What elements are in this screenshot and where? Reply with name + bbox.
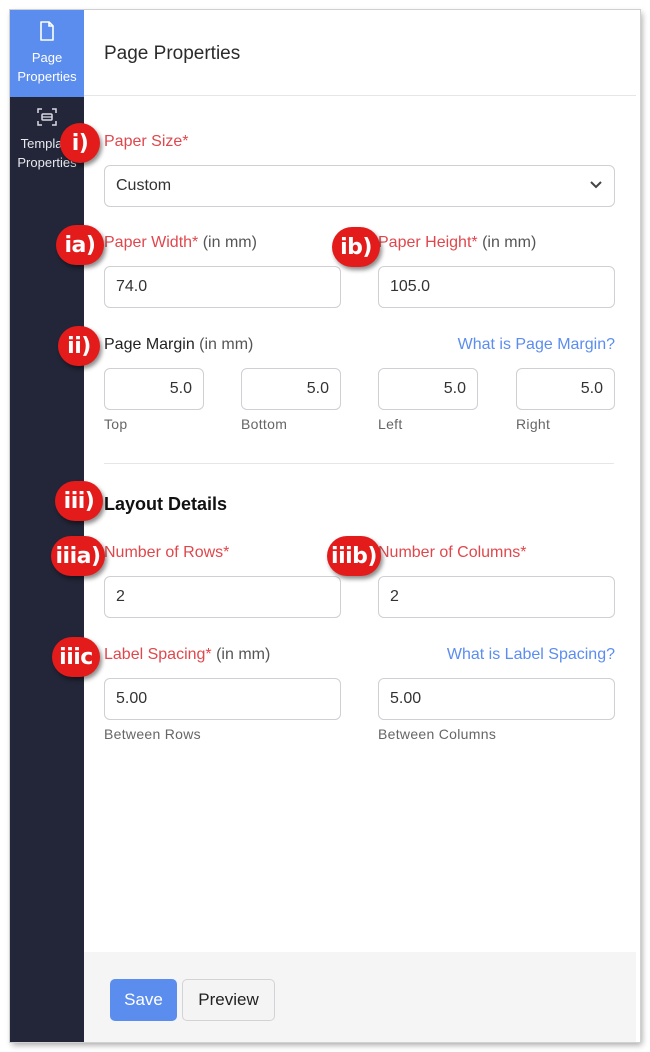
annotation-badge-text: i) [71, 130, 89, 156]
annotation-badge: ia) [56, 225, 104, 265]
action-footer: Save Preview [84, 952, 636, 1042]
margin-top-input[interactable]: 5.0 [104, 368, 204, 410]
spacing-columns-caption: Between Columns [378, 726, 497, 742]
label-spacing-label-text: Label Spacing* [104, 646, 212, 663]
paper-height-input[interactable]: 105.0 [378, 266, 615, 308]
annotation-badge-text: ia) [64, 232, 96, 258]
main-panel: Page Properties Paper Size* Custom Paper… [84, 10, 636, 1042]
margin-right-caption: Right [516, 416, 551, 432]
sidebar-item-label: Properties [17, 69, 77, 84]
section-divider [104, 463, 614, 464]
sidebar-item-page-properties[interactable]: Page Properties [10, 10, 84, 97]
margin-bottom-value: 5.0 [306, 380, 329, 397]
save-button[interactable]: Save [110, 979, 177, 1021]
panel-header: Page Properties [84, 10, 636, 96]
annotation-badge: iiib) [327, 536, 381, 576]
label-spacing-label: Label Spacing* (in mm) [104, 646, 270, 664]
paper-height-unit: (in mm) [482, 234, 537, 251]
sidebar-item-label: Page [31, 50, 63, 65]
margin-bottom-input[interactable]: 5.0 [241, 368, 341, 410]
label-spacing-unit: (in mm) [216, 646, 271, 663]
annotation-badge-text: iiib) [331, 543, 377, 569]
paper-size-value: Custom [116, 177, 172, 194]
annotation-badge: iiic [52, 637, 100, 677]
paper-width-input[interactable]: 74.0 [104, 266, 341, 308]
annotation-badge-text: iiic [59, 644, 93, 670]
columns-value: 2 [390, 588, 399, 605]
margin-top-value: 5.0 [169, 380, 192, 397]
paper-height-label-text: Paper Height* [378, 234, 478, 251]
document-icon [10, 21, 84, 46]
annotation-badge: ib) [332, 227, 380, 267]
page-margin-help-link[interactable]: What is Page Margin? [458, 336, 615, 354]
annotation-badge: iii) [55, 481, 103, 521]
paper-width-unit: (in mm) [202, 234, 257, 251]
annotation-badge-text: ib) [340, 234, 372, 260]
preview-button[interactable]: Preview [182, 979, 275, 1021]
paper-size-label: Paper Size* [104, 133, 189, 150]
rows-label: Number of Rows* [104, 544, 230, 561]
paper-size-select[interactable]: Custom [104, 165, 615, 207]
margin-left-input[interactable]: 5.0 [378, 368, 478, 410]
chevron-down-icon [589, 177, 603, 195]
margin-left-value: 5.0 [443, 380, 466, 397]
app-window: Page Properties Template Properties Page… [10, 10, 640, 1042]
margin-top-caption: Top [104, 416, 128, 432]
annotation-badge: iiia) [51, 536, 105, 576]
layout-details-title: Layout Details [104, 494, 228, 514]
paper-width-label: Paper Width* (in mm) [104, 234, 257, 252]
annotation-badge-text: iii) [63, 488, 95, 514]
margin-right-input[interactable]: 5.0 [516, 368, 615, 410]
margin-right-value: 5.0 [580, 380, 603, 397]
sidebar: Page Properties Template Properties [10, 10, 84, 1042]
page-margin-unit: (in mm) [199, 336, 254, 353]
annotation-badge-text: ii) [67, 333, 91, 359]
columns-label: Number of Columns* [378, 544, 527, 561]
page-title: Page Properties [104, 43, 241, 64]
annotation-badge: i) [60, 123, 100, 163]
paper-height-label: Paper Height* (in mm) [378, 234, 536, 252]
margin-bottom-caption: Bottom [241, 416, 288, 432]
spacing-rows-value: 5.00 [116, 690, 148, 707]
page-margin-label-text: Page Margin [104, 336, 195, 353]
rows-value: 2 [116, 588, 125, 605]
paper-height-value: 105.0 [390, 278, 431, 295]
paper-width-label-text: Paper Width* [104, 234, 199, 251]
spacing-between-columns-input[interactable]: 5.00 [378, 678, 615, 720]
label-spacing-help-link[interactable]: What is Label Spacing? [447, 646, 615, 664]
annotation-badge: ii) [58, 326, 100, 366]
spacing-columns-value: 5.00 [390, 690, 422, 707]
annotation-badge-text: iiia) [55, 543, 101, 569]
page-margin-label: Page Margin (in mm) [104, 336, 253, 354]
spacing-rows-caption: Between Rows [104, 726, 201, 742]
rows-input[interactable]: 2 [104, 576, 341, 618]
columns-input[interactable]: 2 [378, 576, 615, 618]
paper-width-value: 74.0 [116, 278, 148, 295]
margin-left-caption: Left [378, 416, 403, 432]
spacing-between-rows-input[interactable]: 5.00 [104, 678, 341, 720]
